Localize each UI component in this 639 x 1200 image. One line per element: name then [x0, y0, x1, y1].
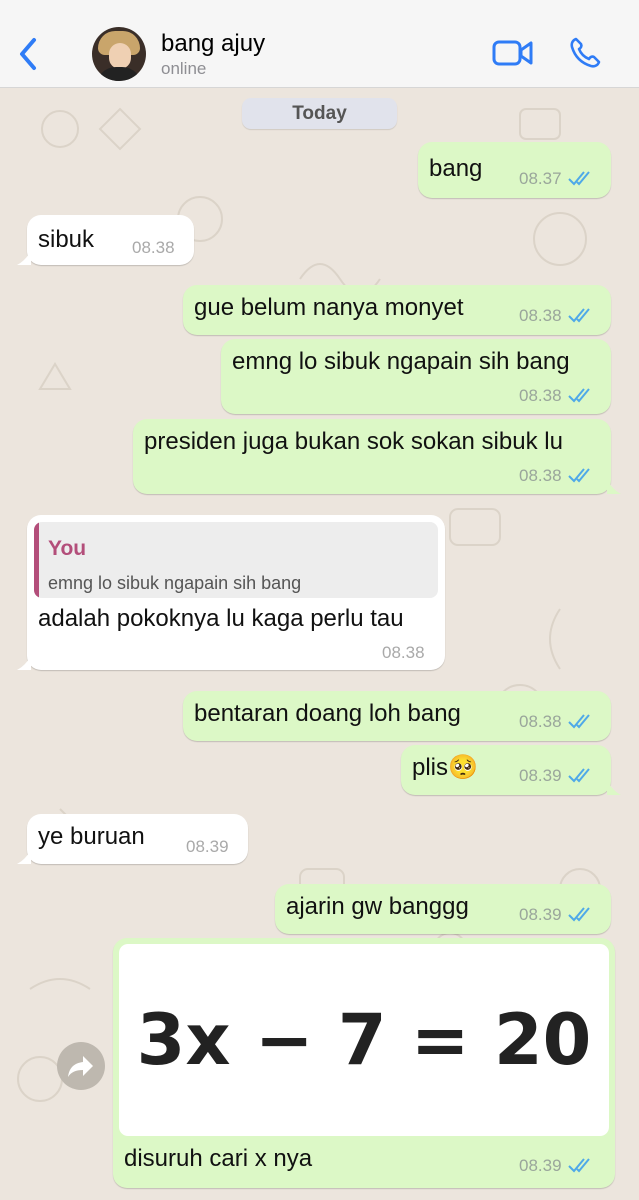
message-bubble-incoming[interactable]: ye buruan 08.39 [27, 814, 248, 864]
read-ticks-icon [567, 388, 590, 403]
read-ticks-icon [567, 714, 590, 729]
message-time: 08.37 [519, 169, 562, 188]
message-text: bang [429, 155, 483, 182]
quote-text: emng lo sibuk ngapain sih bang [48, 573, 302, 593]
quoted-message[interactable]: You emng lo sibuk ngapain sih bang [34, 522, 438, 598]
bubble-tail [607, 480, 621, 494]
forward-icon [68, 1056, 93, 1077]
message-meta: 08.38 [519, 712, 594, 732]
message-time: 08.38 [132, 238, 175, 257]
message-bubble-outgoing[interactable]: plis🥺 08.39 [401, 745, 611, 795]
contact-status: online [161, 59, 207, 78]
attached-image[interactable]: 3x − 7 = 20 [119, 944, 609, 1136]
message-time: 08.38 [519, 466, 562, 485]
message-bubble-incoming[interactable]: sibuk 08.38 [27, 215, 194, 265]
contact-avatar[interactable] [92, 27, 146, 81]
message-meta: 08.38 [519, 386, 594, 406]
message-time: 08.39 [519, 905, 562, 924]
message-text: ye buruan [38, 823, 145, 850]
message-time: 08.38 [519, 712, 562, 731]
read-ticks-icon [567, 907, 590, 922]
bubble-tail [17, 656, 31, 670]
message-bubble-outgoing[interactable]: bentaran doang loh bang 08.38 [183, 691, 611, 741]
message-meta: 08.38 [519, 306, 594, 326]
message-time: 08.39 [519, 766, 562, 785]
message-bubble-outgoing[interactable]: bang 08.37 [418, 142, 611, 198]
bubble-tail [17, 850, 31, 864]
forward-button[interactable] [57, 1042, 105, 1090]
read-ticks-icon [567, 308, 590, 323]
message-time: 08.39 [519, 1156, 562, 1175]
message-bubble-outgoing[interactable]: emng lo sibuk ngapain sih bang 08.38 [221, 339, 611, 414]
date-chip: Today [242, 98, 397, 129]
read-ticks-icon [567, 468, 590, 483]
read-ticks-icon [567, 1158, 590, 1173]
chat-header: bang ajuy online [0, 0, 639, 88]
message-text: disuruh cari x nya [124, 1145, 313, 1172]
message-text: bentaran doang loh bang [194, 700, 461, 727]
image-equation-text: 3x − 7 = 20 [136, 999, 592, 1081]
message-text: gue belum nanya monyet [194, 294, 464, 321]
message-meta: 08.39 [519, 1156, 594, 1176]
message-text: plis🥺 [412, 754, 478, 781]
message-text: sibuk [38, 226, 95, 253]
message-text: ajarin gw banggg [286, 893, 469, 920]
contact-name[interactable]: bang ajuy [161, 30, 265, 58]
bubble-tail [17, 251, 31, 265]
message-bubble-incoming-reply[interactable]: You emng lo sibuk ngapain sih bang adala… [27, 515, 445, 670]
message-meta: 08.37 [519, 169, 594, 189]
message-text: adalah pokoknya lu kaga perlu tau [38, 605, 404, 632]
message-meta: 08.39 [519, 905, 594, 925]
message-text: presiden juga bukan sok sokan sibuk lu [144, 428, 563, 455]
message-meta: 08.39 [519, 766, 594, 786]
message-time: 08.39 [186, 837, 229, 856]
message-bubble-outgoing[interactable]: gue belum nanya monyet 08.38 [183, 285, 611, 335]
message-time: 08.38 [519, 386, 562, 405]
video-call-icon[interactable] [492, 38, 534, 68]
back-chevron-icon[interactable] [14, 34, 44, 74]
message-bubble-outgoing[interactable]: ajarin gw banggg 08.39 [275, 884, 611, 934]
quote-author: You [48, 537, 87, 560]
message-bubble-outgoing[interactable]: presiden juga bukan sok sokan sibuk lu 0… [133, 419, 611, 494]
message-bubble-outgoing-image[interactable]: 3x − 7 = 20 disuruh cari x nya 08.39 [113, 938, 615, 1188]
read-ticks-icon [567, 768, 590, 783]
read-ticks-icon [567, 171, 590, 186]
message-text: emng lo sibuk ngapain sih bang [232, 348, 570, 375]
message-time: 08.38 [519, 306, 562, 325]
bubble-tail [607, 781, 621, 795]
phone-call-icon[interactable] [568, 36, 602, 70]
message-time: 08.38 [382, 643, 425, 662]
message-meta: 08.38 [519, 466, 594, 486]
